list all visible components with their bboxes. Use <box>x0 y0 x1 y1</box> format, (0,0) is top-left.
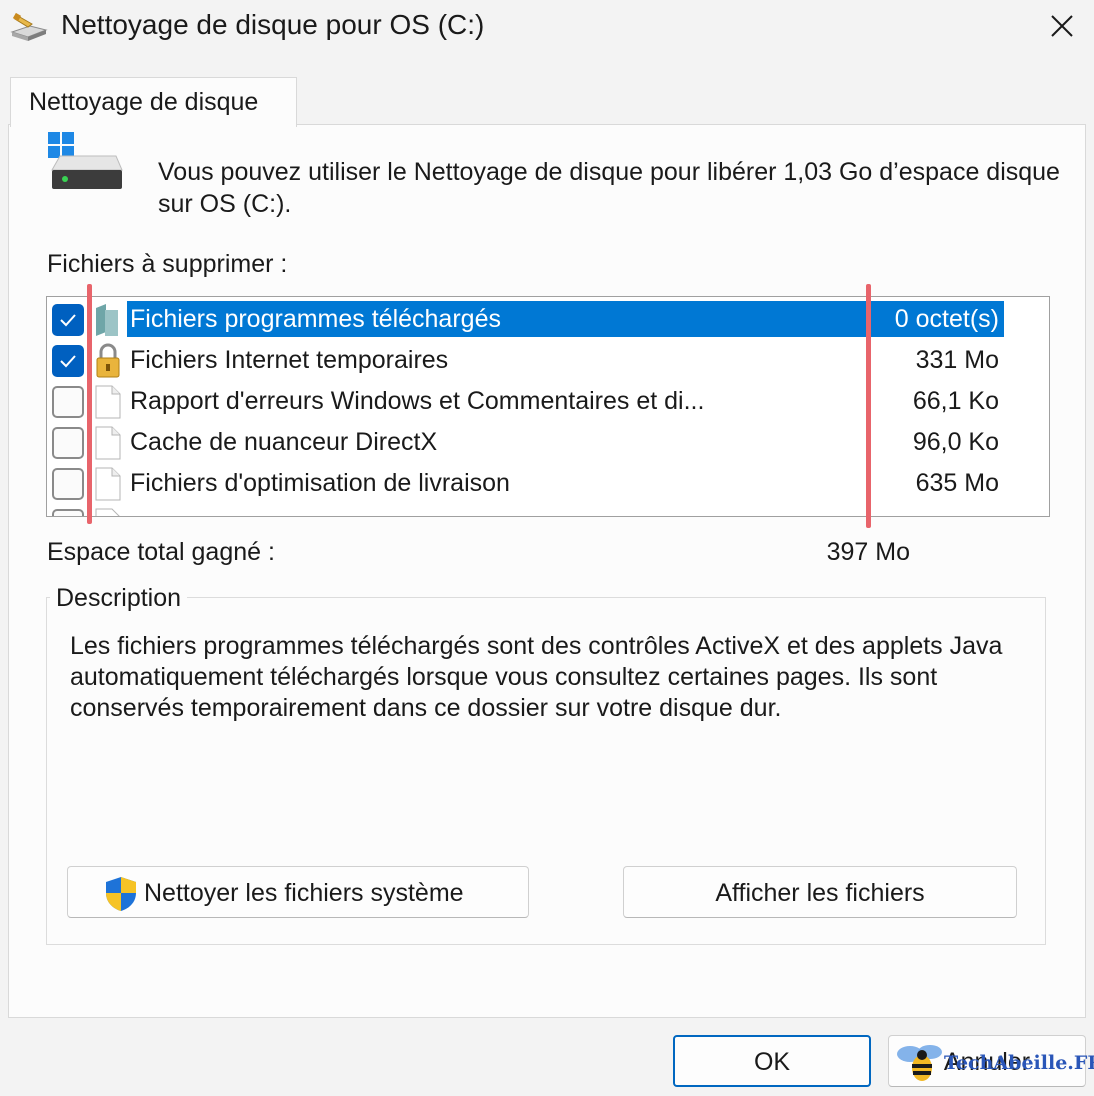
close-icon <box>1051 15 1073 37</box>
file-name: Fichiers programmes téléchargés <box>127 301 869 337</box>
clean-system-files-label: Nettoyer les fichiers système <box>144 879 464 907</box>
folder-icon <box>96 304 118 336</box>
annotation-marker-left <box>87 284 92 524</box>
title-bar: Nettoyage de disque pour OS (C:) <box>0 0 1094 60</box>
total-space-value: 397 Mo <box>826 538 910 566</box>
document-icon <box>95 508 120 516</box>
files-listbox[interactable]: Fichiers programmes téléchargés 0 octet(… <box>46 296 1050 517</box>
document-icon <box>95 467 121 501</box>
checkbox[interactable] <box>52 427 84 459</box>
list-item[interactable]: Rapport d'erreurs Windows et Commentaire… <box>47 381 1007 422</box>
shield-icon <box>106 877 136 911</box>
file-name: Fichiers Internet temporaires <box>130 346 449 374</box>
watermark-logo: TechAbeille.FR <box>896 1042 1094 1084</box>
file-size: 96,0 Ko <box>912 428 999 456</box>
list-item[interactable]: Fichiers d'optimisation de livraison 635… <box>47 463 1007 504</box>
files-to-delete-label: Fichiers à supprimer : <box>47 250 288 278</box>
close-button[interactable] <box>1040 6 1084 46</box>
clean-system-files-button[interactable]: Nettoyer les fichiers système <box>67 866 529 918</box>
view-files-button[interactable]: Afficher les fichiers <box>623 866 1017 918</box>
description-legend: Description <box>50 584 188 613</box>
ok-button[interactable]: OK <box>673 1035 871 1087</box>
checkbox[interactable] <box>52 304 84 336</box>
tab-label: Nettoyage de disque <box>29 88 259 116</box>
check-icon <box>60 355 76 368</box>
file-name: Fichiers d'optimisation de livraison <box>130 469 510 497</box>
annotation-marker-right <box>866 284 871 528</box>
list-item-partial[interactable] <box>47 504 1007 516</box>
file-name: Cache de nuanceur DirectX <box>130 428 438 456</box>
disk-cleanup-app-icon <box>10 12 48 41</box>
description-text: Les fichiers programmes téléchargés sont… <box>70 632 1003 722</box>
file-size: 0 octet(s) <box>869 301 1004 337</box>
window-title: Nettoyage de disque pour OS (C:) <box>61 9 485 40</box>
document-icon <box>95 385 121 419</box>
checkbox[interactable] <box>52 386 84 418</box>
file-name: Rapport d'erreurs Windows et Commentaire… <box>130 387 705 415</box>
file-size: 66,1 Ko <box>912 387 999 415</box>
tab-disk-cleanup[interactable]: Nettoyage de disque <box>10 77 297 127</box>
list-item[interactable]: Fichiers Internet temporaires 331 Mo <box>47 340 1007 381</box>
drive-icon <box>48 132 123 189</box>
bee-icon <box>897 1045 942 1081</box>
lock-icon <box>96 343 120 378</box>
total-space-label: Espace total gagné : <box>47 538 275 566</box>
document-icon <box>95 426 121 460</box>
check-icon <box>60 314 76 327</box>
checkbox[interactable] <box>52 468 84 500</box>
file-size: 331 Mo <box>915 346 999 374</box>
list-item[interactable]: Cache de nuanceur DirectX 96,0 Ko <box>47 422 1007 463</box>
checkbox[interactable] <box>52 345 84 377</box>
checkbox[interactable] <box>52 509 84 516</box>
file-size: 635 Mo <box>915 469 999 497</box>
watermark-text: TechAbeille.FR <box>944 1052 1094 1074</box>
intro-text: Vous pouvez utiliser le Nettoyage de dis… <box>158 158 1060 218</box>
list-item[interactable]: Fichiers programmes téléchargés 0 octet(… <box>47 299 1007 340</box>
